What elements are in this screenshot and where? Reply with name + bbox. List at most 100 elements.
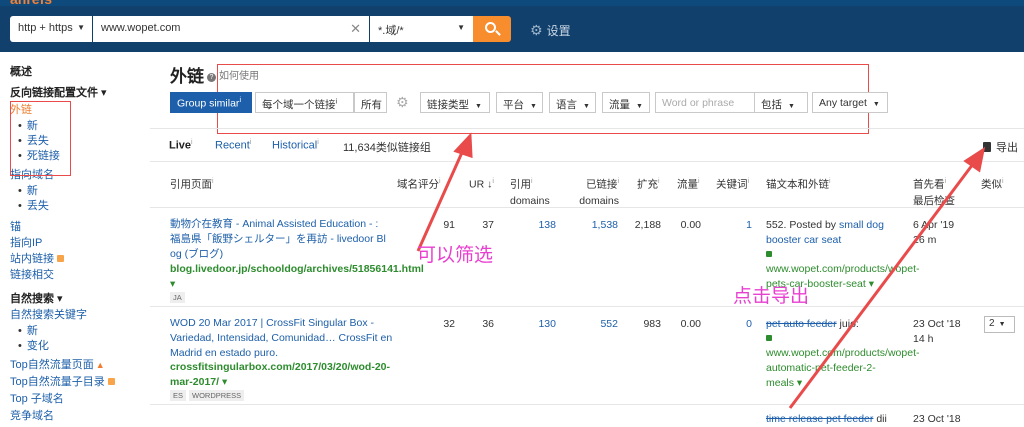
col-first-seen-label-1: 首先看 <box>913 178 945 191</box>
sidebar-item-organic-new[interactable]: 新 <box>18 322 38 338</box>
gear-icon[interactable]: ⚙ <box>396 94 409 111</box>
ref-page-title-link[interactable]: 動物介在教育 - Animal Assisted Education - : 福… <box>170 217 390 262</box>
sidebar-item-top-pages[interactable]: Top自然流量页面 ▲ <box>10 356 105 372</box>
anchor-text: pet auto feeder jujo: <box>766 317 898 332</box>
search-button[interactable] <box>473 16 511 42</box>
sidebar-item-anchors[interactable]: 锚 <box>10 218 21 234</box>
anchor-link[interactable]: time release pet feeder <box>766 413 873 425</box>
include-label: 包括 <box>761 99 782 111</box>
ur-value: 36 <box>482 318 494 330</box>
ref-domains-link[interactable]: 130 <box>515 317 556 332</box>
export-label: 导出 <box>996 142 1018 154</box>
export-button[interactable]: 导出 <box>983 139 1018 155</box>
anchor-prefix: 552. Posted by <box>766 219 839 231</box>
col-header-dr[interactable]: 域名评分i <box>397 174 441 193</box>
group-similar-button[interactable]: Group similari <box>170 92 252 113</box>
language-tag: ES <box>170 390 187 401</box>
sidebar-item-organic-keywords[interactable]: 自然搜索关键字 <box>10 306 87 322</box>
link-type-dropdown[interactable]: 链接类型 ▼ <box>420 92 490 113</box>
tags: JA <box>170 290 188 305</box>
col-header-linked-domains[interactable]: 已链接i domains <box>575 174 619 209</box>
how-to-use-link[interactable]: ? 如何使用 <box>207 67 259 82</box>
url-value: www.wopet.com <box>101 22 181 34</box>
divider <box>150 306 1024 307</box>
col-header-anchor[interactable]: 锚文本和外链i <box>766 174 831 193</box>
language-dropdown[interactable]: 语言 ▼ <box>549 92 596 113</box>
url-input[interactable]: www.wopet.com ✕ <box>93 16 369 42</box>
sidebar-item-internal[interactable]: 站内链接 <box>10 250 64 266</box>
tab-historical[interactable]: Historicali <box>272 139 319 152</box>
anchor-link[interactable]: pet auto feeder <box>766 318 837 330</box>
clear-icon[interactable]: ✕ <box>350 21 361 37</box>
sidebar-item-top-subfolders-label: Top自然流量子目录 <box>10 376 105 388</box>
col-header-first-seen[interactable]: 首先看i 最后检查 <box>913 174 955 209</box>
col-header-ext[interactable]: 扩充i <box>637 174 660 193</box>
tab-live[interactable]: Livei <box>169 139 193 152</box>
ref-page-url-link[interactable]: blog.livedoor.jp/schooldog/archives/5185… <box>170 262 424 292</box>
one-link-per-domain-button[interactable]: 每个域一个链接i <box>255 92 354 113</box>
col-header-ur[interactable]: UR ↓i <box>469 174 494 193</box>
keywords-link[interactable]: 1 <box>715 218 752 233</box>
chevron-down-icon: ▼ <box>583 103 590 110</box>
ext-value: 2,188 <box>634 219 661 231</box>
platform-dropdown[interactable]: 平台 ▼ <box>496 92 543 113</box>
settings-label: 设置 <box>546 24 571 38</box>
first-seen: 23 Oct '18 <box>913 413 961 425</box>
target-url[interactable]: www.wopet.com/products/wopet-automatic-p… <box>766 331 919 391</box>
result-count: 11,634类似链接组 <box>343 142 431 154</box>
fire-icon: ▲ <box>95 360 105 370</box>
sidebar-item-domains-lost[interactable]: 丢失 <box>18 197 49 213</box>
include-dropdown[interactable]: 包括 ▼ <box>755 92 808 113</box>
word-phrase-input[interactable]: Word or phrase <box>655 92 755 113</box>
any-target-label: Any target <box>819 97 867 109</box>
sidebar-item-backlink-profile[interactable]: 反向链接配置文件 ▾ <box>10 84 107 100</box>
mode-select[interactable]: *.域/* ▼ <box>370 16 473 42</box>
protocol-select[interactable]: http + https ▼ <box>10 16 92 42</box>
anchor-suffix: dii <box>873 413 887 425</box>
divider <box>150 207 1024 208</box>
keywords-link[interactable]: 0 <box>715 317 752 332</box>
col-ur-label: UR ↓ <box>469 178 493 191</box>
col-header-traffic[interactable]: 流量i <box>677 174 700 193</box>
linked-domains-link[interactable]: 552 <box>573 317 618 332</box>
col-similar-label: 类似 <box>981 178 1002 191</box>
tab-live-label: Live <box>169 139 192 152</box>
similar-count-select[interactable]: 2 ▼ <box>984 316 1015 333</box>
chevron-down-icon: ▼ <box>872 101 880 108</box>
sidebar-item-overview[interactable]: 概述 <box>10 63 32 79</box>
col-ref-domains-label-1: 引用 <box>510 178 531 191</box>
col-header-ref-page[interactable]: 引用页面i <box>170 174 214 193</box>
sidebar-item-top-subdomains[interactable]: Top 子域名 <box>10 390 64 406</box>
sidebar-item-link-intersect[interactable]: 链接相交 <box>10 266 54 282</box>
sidebar-item-competing-domains[interactable]: 竞争域名 <box>10 407 54 423</box>
col-header-similar[interactable]: 类似i <box>981 174 1004 193</box>
chevron-down-icon: ▼ <box>788 103 795 110</box>
sidebar-item-ref-ips[interactable]: 指向IP <box>10 234 42 250</box>
col-header-keywords[interactable]: 关键词i <box>716 174 749 193</box>
all-links-button[interactable]: 所有 <box>354 92 387 113</box>
col-keywords-label: 关键词 <box>716 178 748 191</box>
dr-value: 32 <box>443 318 455 330</box>
sidebar-item-top-subfolders[interactable]: Top自然流量子目录 <box>10 373 115 389</box>
chevron-down-icon: ▼ <box>636 103 643 110</box>
sidebar-item-organic-changes[interactable]: 变化 <box>18 337 49 353</box>
linked-domains-link[interactable]: 1,538 <box>573 218 618 233</box>
first-seen: 23 Oct '18 <box>913 318 961 330</box>
target-url-text: www.wopet.com/products/wopet-automatic-p… <box>766 347 920 389</box>
ref-page-title-link[interactable]: WOD 20 Mar 2017 | CrossFit Singular Box … <box>170 316 394 361</box>
sidebar-item-organic[interactable]: 自然搜索 ▾ <box>10 290 63 306</box>
col-header-ref-domains[interactable]: 引用i domains <box>510 174 550 209</box>
col-ref-page-label: 引用页面 <box>170 178 212 191</box>
any-target-dropdown[interactable]: Any target ▼ <box>812 92 888 113</box>
sidebar-item-domains-new[interactable]: 新 <box>18 182 38 198</box>
ref-domains-link[interactable]: 138 <box>515 218 556 233</box>
tags: ES WORDPRESS <box>170 388 247 403</box>
chevron-down-icon: ▼ <box>998 321 1006 328</box>
traffic-dropdown[interactable]: 流量 ▼ <box>602 92 650 113</box>
anchor-suffix: jujo: <box>836 318 859 330</box>
dr-value: 91 <box>443 219 455 231</box>
ref-page-url-link[interactable]: crossfitsingularbox.com/2017/03/20/wod-2… <box>170 360 392 390</box>
settings-button[interactable]: ⚙ 设置 <box>530 22 571 39</box>
similar-count-value: 2 <box>989 318 995 329</box>
tab-recent[interactable]: Recenti <box>215 139 251 152</box>
